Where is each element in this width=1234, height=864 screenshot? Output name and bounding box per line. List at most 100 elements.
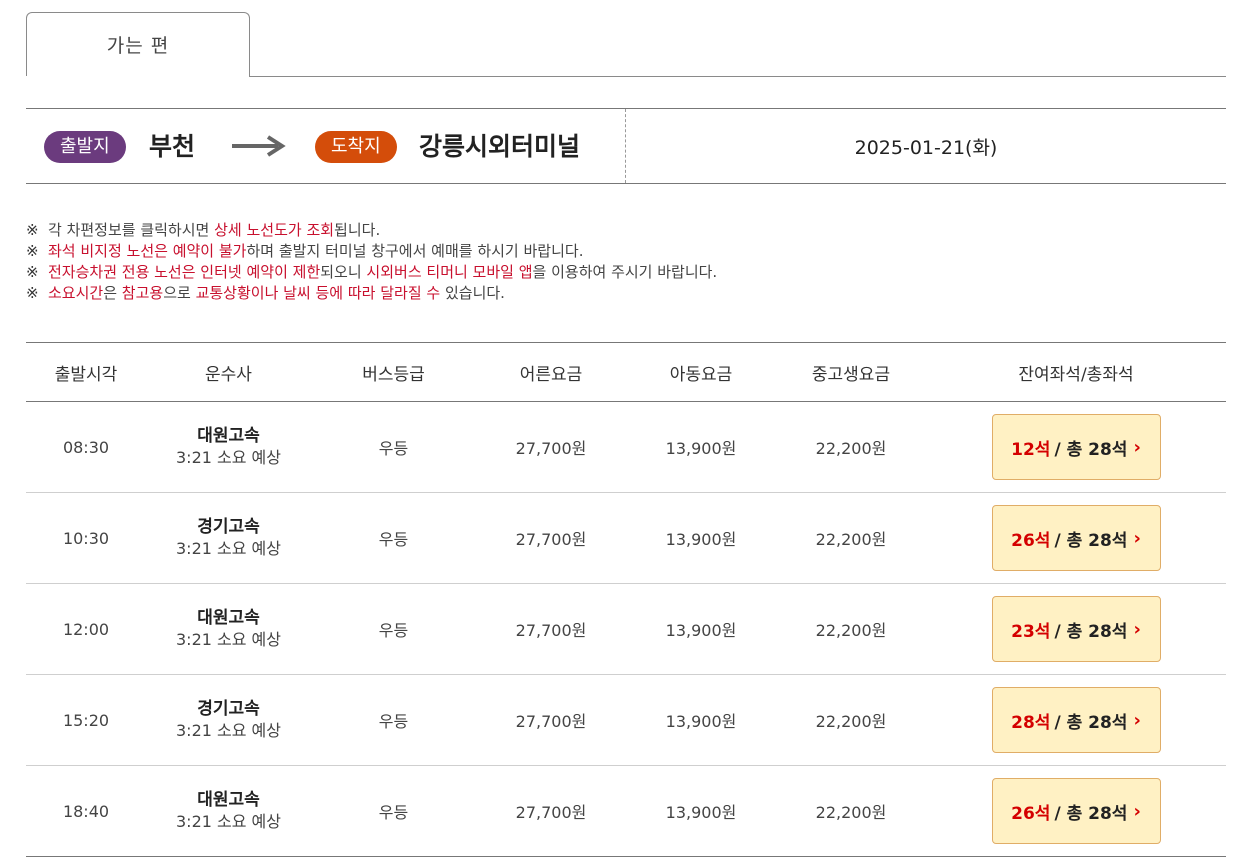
child-fare: 13,900원 [665, 439, 737, 458]
remaining-seats: 26석 [1011, 530, 1051, 551]
adult-fare: 27,700원 [515, 803, 587, 822]
notice-text: 되오니 [320, 263, 367, 281]
total-seats: / 총 28석 [1054, 621, 1128, 642]
seat-select-button[interactable]: 26석 / 총 28석 › [991, 778, 1161, 844]
total-seats: / 총 28석 [1054, 803, 1128, 824]
header-departure-time: 출발시각 [54, 364, 118, 385]
company-cell[interactable]: 대원고속 3:21 소요 예상 [146, 789, 311, 833]
tab-bar: 가는 편 [26, 12, 1226, 77]
seat-cell: 12석 / 총 28석 › [926, 414, 1226, 480]
company-name: 대원고속 [197, 426, 260, 446]
seat-select-button[interactable]: 26석 / 총 28석 › [991, 505, 1161, 571]
child-fare: 13,900원 [665, 530, 737, 549]
bus-grade: 우등 [378, 621, 409, 640]
schedule-table: 출발시각 운수사 버스등급 어른요금 아동요금 중고생요금 잔여좌석/총좌석 0… [26, 342, 1226, 857]
child-fare: 13,900원 [665, 803, 737, 822]
bus-grade: 우등 [378, 712, 409, 731]
table-row[interactable]: 18:40 대원고속 3:21 소요 예상 우등 27,700원 13,900원 22,20… [26, 766, 1226, 857]
adult-fare: 27,700원 [515, 530, 587, 549]
notice-highlight: 좌석 비지정 노선은 예약이 불가 [48, 242, 247, 260]
seat-cell: 28석 / 총 28석 › [926, 687, 1226, 753]
travel-duration: 3:21 소요 예상 [176, 630, 281, 649]
notice-highlight: 전자승차권 전용 노선은 인터넷 예약이 제한 [48, 263, 321, 281]
chevron-right-icon: › [1133, 618, 1141, 640]
notice-line: ※ 좌석 비지정 노선은 예약이 불가하며 출발지 터미널 창구에서 예매를 하시… [26, 241, 717, 262]
teen-fare: 22,200원 [815, 803, 887, 822]
chevron-right-icon: › [1133, 709, 1141, 731]
chevron-right-icon: › [1133, 800, 1141, 822]
notice-text: 있습니다. [440, 284, 505, 302]
teen-fare: 22,200원 [815, 621, 887, 640]
seat-select-button[interactable]: 23석 / 총 28석 › [991, 596, 1161, 662]
travel-duration: 3:21 소요 예상 [176, 812, 281, 831]
child-fare: 13,900원 [665, 712, 737, 731]
seat-cell: 26석 / 총 28석 › [926, 505, 1226, 571]
table-row[interactable]: 12:00 대원고속 3:21 소요 예상 우등 27,700원 13,900원 22,20… [26, 584, 1226, 675]
table-row[interactable]: 10:30 경기고속 3:21 소요 예상 우등 27,700원 13,900원 22,20… [26, 493, 1226, 584]
notice-line: ※ 전자승차권 전용 노선은 인터넷 예약이 제한되오니 시외버스 티머니 모바일… [26, 262, 717, 283]
departure-time: 08:30 [62, 437, 110, 457]
remaining-seats: 23석 [1011, 621, 1051, 642]
table-row[interactable]: 08:30 대원고속 3:21 소요 예상 우등 27,700원 13,900원 22,20… [26, 402, 1226, 493]
bus-grade: 우등 [378, 530, 409, 549]
travel-duration: 3:21 소요 예상 [176, 539, 281, 558]
arrival-badge: 도착지 [315, 131, 397, 163]
travel-duration: 3:21 소요 예상 [176, 448, 281, 467]
departure-badge: 출발지 [44, 131, 126, 163]
adult-fare: 27,700원 [515, 712, 587, 731]
total-seats: / 총 28석 [1054, 712, 1128, 733]
notice-highlight: 소요시간 [48, 284, 104, 302]
table-header: 출발시각 운수사 버스등급 어른요금 아동요금 중고생요금 잔여좌석/총좌석 [26, 343, 1226, 402]
notice-line: ※ 각 차편정보를 클릭하시면 상세 노선도가 조회됩니다. [26, 220, 717, 241]
table-row[interactable]: 15:20 경기고속 3:21 소요 예상 우등 27,700원 13,900원 22,20… [26, 675, 1226, 766]
teen-fare: 22,200원 [815, 439, 887, 458]
notice-mark: ※ [26, 284, 39, 302]
notice-mark: ※ [26, 221, 39, 239]
notice-highlight: 참고용 [121, 284, 164, 302]
notice-highlight: 교통상황이나 날씨 등에 따라 달라질 수 [195, 284, 441, 302]
remaining-seats: 26석 [1011, 803, 1051, 824]
tab-baseline [249, 76, 1226, 77]
company-cell[interactable]: 경기고속 3:21 소요 예상 [146, 698, 311, 742]
departure-time: 12:00 [62, 619, 110, 639]
arrival-name: 강릉시외터미널 [419, 132, 581, 161]
notice-highlight: 시외버스 티머니 모바일 앱 [366, 263, 533, 281]
header-bus-grade: 버스등급 [362, 364, 425, 385]
tab-outbound[interactable]: 가는 편 [26, 12, 250, 76]
company-cell[interactable]: 대원고속 3:21 소요 예상 [146, 425, 311, 469]
departure-time: 10:30 [62, 528, 110, 548]
notice-mark: ※ [26, 263, 39, 281]
company-cell[interactable]: 대원고속 3:21 소요 예상 [146, 607, 311, 651]
notice-list: ※ 각 차편정보를 클릭하시면 상세 노선도가 조회됩니다. ※ 좌석 비지정 노선은… [26, 220, 717, 304]
header-seats: 잔여좌석/총좌석 [1018, 364, 1134, 385]
travel-duration: 3:21 소요 예상 [176, 721, 281, 740]
teen-fare: 22,200원 [815, 712, 887, 731]
company-name: 대원고속 [197, 608, 260, 628]
notice-mark: ※ [26, 242, 39, 260]
child-fare: 13,900원 [665, 621, 737, 640]
total-seats: / 총 28석 [1054, 439, 1128, 460]
departure-time: 18:40 [62, 801, 110, 821]
departure-name: 부천 [149, 132, 196, 161]
chevron-right-icon: › [1133, 436, 1141, 458]
departure-date: 2025-01-21(화) [854, 136, 998, 159]
company-name: 경기고속 [197, 699, 260, 719]
notice-text: 각 차편정보를 클릭하시면 [48, 221, 215, 239]
remaining-seats: 12석 [1011, 439, 1051, 460]
arrow-right-icon [232, 135, 286, 157]
seat-select-button[interactable]: 28석 / 총 28석 › [991, 687, 1161, 753]
company-cell[interactable]: 경기고속 3:21 소요 예상 [146, 516, 311, 560]
remaining-seats: 28석 [1011, 712, 1051, 733]
company-name: 경기고속 [197, 517, 260, 537]
bus-grade: 우등 [378, 439, 409, 458]
header-adult-fare: 어른요금 [519, 364, 583, 385]
route-left: 출발지 부천 도착지 강릉시외터미널 [26, 109, 626, 183]
seat-select-button[interactable]: 12석 / 총 28석 › [991, 414, 1161, 480]
adult-fare: 27,700원 [515, 621, 587, 640]
notice-text: 하며 출발지 터미널 창구에서 예매를 하시기 바랍니다. [246, 242, 584, 260]
chevron-right-icon: › [1133, 527, 1141, 549]
table-body: 08:30 대원고속 3:21 소요 예상 우등 27,700원 13,900원 22,20… [26, 402, 1226, 857]
notice-text: 으로 [163, 284, 196, 302]
teen-fare: 22,200원 [815, 530, 887, 549]
bus-grade: 우등 [378, 803, 409, 822]
